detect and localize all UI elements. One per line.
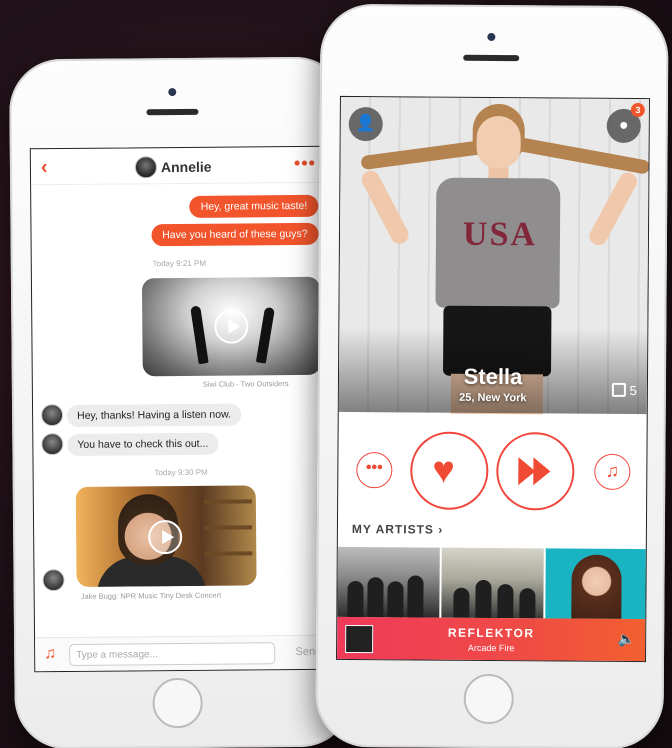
skip-button[interactable] xyxy=(496,432,575,511)
music-button[interactable]: ♫ xyxy=(594,453,631,490)
video-caption: Jake Bugg: NPR Music Tiny Desk Concert xyxy=(80,590,222,601)
phone-profile: USA 👤 ● 3 Stella 25, New York 5 ••• ♥ ♫ … xyxy=(315,3,669,748)
bookshelf xyxy=(203,499,252,504)
volume-icon[interactable]: 🔈 xyxy=(618,631,636,648)
chat-screen: ‹ Annelie ••• Hey, great music taste! Ha… xyxy=(29,145,332,673)
heart-icon: ♥ xyxy=(432,449,456,492)
earpiece-speaker xyxy=(463,54,520,62)
contact-avatar[interactable] xyxy=(134,156,158,179)
like-button[interactable]: ♥ xyxy=(410,431,489,510)
phone-chat: ‹ Annelie ••• Hey, great music taste! Ha… xyxy=(8,56,354,748)
shirt-print: USA xyxy=(462,215,538,254)
contact-mini-avatar xyxy=(42,569,65,592)
band-member xyxy=(407,575,424,618)
photo-count-value: 5 xyxy=(629,382,637,399)
profile-photo[interactable]: USA 👤 ● 3 Stella 25, New York 5 xyxy=(338,96,650,415)
arm xyxy=(358,167,412,247)
contact-mini-avatar xyxy=(41,404,64,427)
front-camera xyxy=(168,88,177,97)
arm xyxy=(586,169,641,249)
earpiece-speaker xyxy=(146,108,199,116)
dancer-figure xyxy=(190,305,209,365)
message-button[interactable]: ••• xyxy=(356,452,393,489)
home-button[interactable] xyxy=(463,673,514,725)
message-out: Have you heard of these guys? xyxy=(151,222,319,247)
photo-count[interactable]: 5 xyxy=(611,382,637,399)
track-title: REFLEKTOR xyxy=(447,625,535,641)
message-in: Hey, thanks! Having a listen now. xyxy=(67,403,242,427)
fast-forward-icon xyxy=(518,457,551,490)
bookshelf xyxy=(204,551,253,556)
message-input-bar: ♫ Send xyxy=(35,634,331,672)
band-member xyxy=(453,587,470,618)
dancer-figure xyxy=(255,306,275,364)
band-member xyxy=(387,581,404,618)
band-member xyxy=(347,580,364,618)
artist-tile[interactable] xyxy=(545,548,648,620)
message-in: You have to check this out... xyxy=(67,432,219,456)
band-member xyxy=(497,584,514,619)
singer-portrait xyxy=(571,554,622,620)
notification-badge: 3 xyxy=(630,102,645,118)
band-member xyxy=(475,579,492,619)
now-playing-bar[interactable]: REFLEKTOR Arcade Fire 🔈 xyxy=(337,616,646,663)
shared-video-thumbnail[interactable] xyxy=(141,276,321,377)
play-icon[interactable] xyxy=(148,519,183,555)
contact-mini-avatar xyxy=(41,433,64,456)
play-icon[interactable] xyxy=(214,309,249,344)
back-chevron-icon[interactable]: ‹ xyxy=(41,156,48,179)
ellipsis-icon: ••• xyxy=(365,459,383,477)
my-artists-link[interactable]: MY ARTISTS › xyxy=(352,522,443,537)
message-timestamp: Today 9:30 PM xyxy=(154,467,208,478)
band-member xyxy=(367,577,384,618)
front-camera xyxy=(487,32,496,42)
photo-stack-icon xyxy=(611,382,626,397)
chat-header: ‹ Annelie ••• xyxy=(30,146,327,186)
face xyxy=(476,115,521,169)
message-timestamp: Today 9:21 PM xyxy=(152,258,207,269)
artist-tile[interactable] xyxy=(337,546,440,618)
message-input[interactable] xyxy=(69,642,276,666)
more-options-icon[interactable]: ••• xyxy=(294,153,316,174)
band-member xyxy=(519,588,536,619)
video-caption: Siwi Club - Two Outsiders xyxy=(202,379,289,389)
track-artist: Arcade Fire xyxy=(467,642,515,654)
profile-screen: USA 👤 ● 3 Stella 25, New York 5 ••• ♥ ♫ … xyxy=(336,95,650,663)
profile-name: Stella xyxy=(463,363,523,390)
artist-tile[interactable] xyxy=(441,547,544,619)
bookshelf xyxy=(204,525,253,530)
home-button[interactable] xyxy=(152,677,203,729)
contact-name[interactable]: Annelie xyxy=(161,159,212,175)
music-note-icon: ♫ xyxy=(605,460,620,481)
message-out: Hey, great music taste! xyxy=(189,194,319,218)
shared-video-thumbnail[interactable] xyxy=(75,485,257,587)
profile-age-location: 25, New York xyxy=(459,391,527,405)
music-note-icon[interactable]: ♫ xyxy=(44,645,56,663)
user-profile-icon[interactable]: 👤 xyxy=(348,106,383,142)
